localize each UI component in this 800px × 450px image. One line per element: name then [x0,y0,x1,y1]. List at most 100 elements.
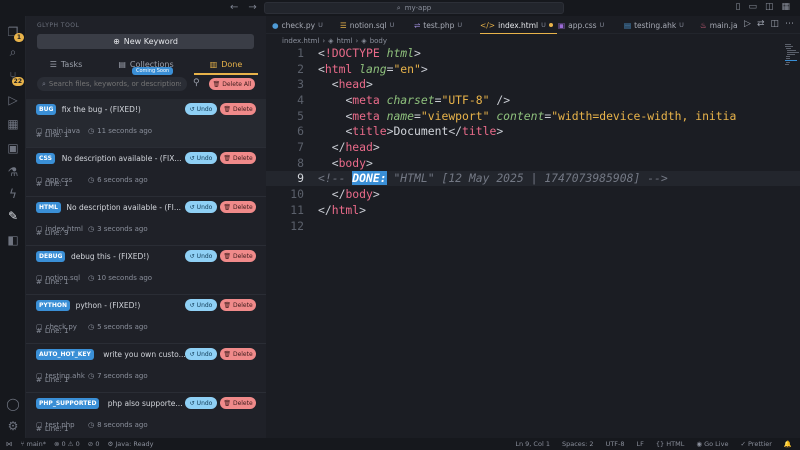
language-mode[interactable]: {} HTML [656,440,684,448]
indentation[interactable]: Spaces: 2 [562,440,594,448]
breadcrumb-html[interactable]: html [337,37,353,45]
delete-button[interactable]: 🗑 Delete [220,397,256,409]
undo-icon: ↺ [189,350,195,358]
time-ago: 11 seconds ago [97,127,153,135]
branch-item[interactable]: ⑂ main* [21,440,46,448]
remote-icon[interactable]: ⋈ [6,440,13,448]
undo-button[interactable]: ↺ Undo [185,348,217,360]
extensions-icon[interactable]: ▦ [5,116,21,132]
delete-all-button[interactable]: 🗑 Delete All [209,78,255,90]
done-keyword-token: DONE: [352,171,387,186]
command-center[interactable]: ⌕ my-app [264,2,564,14]
chevron-right-icon: › [355,36,359,45]
trash-icon: 🗑 [223,203,231,211]
tab-done[interactable]: ▥ Done [186,55,266,75]
filter-icon[interactable]: ⚲ [193,78,200,88]
chat-icon[interactable]: ◧ [5,232,21,248]
search-input[interactable] [48,80,181,88]
explorer-icon[interactable]: ❐ 1 [5,24,24,42]
undo-button[interactable]: ↺ Undo [185,201,217,213]
cursor-position[interactable]: Ln 9, Col 1 [515,440,550,448]
source-control-icon[interactable]: ⑂ 22 [5,68,24,86]
done-item-card[interactable]: BUG fix the bug - (FIXED!) ↺ Undo 🗑 Delete ▢ ma… [26,99,266,148]
done-item-card[interactable]: PYTHON python - (FIXED!) ↺ Undo 🗑 Delete ▢ chec… [26,295,266,344]
done-item-card[interactable]: HTML No description available - (FI... ↺ Un… [26,197,266,246]
undo-button[interactable]: ↺ Undo [185,103,217,115]
new-keyword-button[interactable]: ⊕ New Keyword [37,34,254,49]
item-title: No description available - (FI... [66,203,181,212]
notifications-bell-icon[interactable]: 🔔 [784,440,792,448]
editor-tab-testing-ahk[interactable]: ▤ testing.ahk U [624,16,684,34]
line-number: Line: 1 [44,179,69,188]
breadcrumb-file[interactable]: index.html [282,37,319,45]
delete-button[interactable]: 🗑 Delete [220,299,256,311]
end-of-line[interactable]: LF [637,440,644,448]
item-title: fix the bug - (FIXED!) [61,105,141,114]
undo-button[interactable]: ↺ Undo [185,397,217,409]
explorer-badge: 1 [14,33,24,42]
editor-tab-main-java[interactable]: ♨ main.ja [700,16,738,34]
delete-button[interactable]: 🗑 Delete [220,250,256,262]
settings-gear-icon[interactable]: ⚙ [5,418,21,434]
editor-tab-check-py[interactable]: ● check.py U [272,16,323,34]
prettier-item[interactable]: ✓ Prettier [740,440,771,448]
delete-button[interactable]: 🗑 Delete [220,152,256,164]
activity-bar: ❐ 1 ⌕ ⑂ 22 ▷ ▦ ▣ ⚗ ϟ ✎ ◧ ◯ ⚙ [0,16,26,438]
tab-tasks[interactable]: ☰ Tasks [26,55,106,73]
java-status-item[interactable]: ⚙ Java: Ready [107,440,153,448]
remote-explorer-icon[interactable]: ▣ [5,140,21,156]
testing-icon[interactable]: ⚗ [5,164,21,180]
account-icon[interactable]: ◯ [5,396,21,412]
done-item-card[interactable]: PHP_SUPPORTED php also supporte... ↺ Undo 🗑 D… [26,393,266,442]
doctype-token: !DOCTYPE [324,45,380,60]
delete-button[interactable]: 🗑 Delete [220,201,256,213]
java-file-icon: ♨ [700,20,707,30]
more-icon[interactable]: ⋯ [785,19,794,29]
encoding[interactable]: UTF-8 [606,440,625,448]
done-item-card[interactable]: DEBUG debug this - (FIXED!) ↺ Undo 🗑 Delete ▢ n… [26,246,266,295]
layout-grid-icon[interactable]: ▦ [781,2,790,12]
undo-button[interactable]: ↺ Undo [185,152,217,164]
search-icon[interactable]: ⌕ [5,44,21,60]
done-item-card[interactable]: CSS No description available - (FIX... ↺ Un… [26,148,266,197]
layout-panel-icon[interactable]: ▭ [748,2,757,12]
go-live-button[interactable]: ◉ Go Live [696,440,728,448]
minimap[interactable] [785,42,799,72]
lightning-icon[interactable]: ϟ [5,186,21,202]
timestamp: ◷ 10 seconds ago [88,274,152,282]
forward-arrow-icon[interactable]: → [248,2,256,13]
editor-tab-app-css[interactable]: ▣ app.css U [558,16,604,34]
tag-token: html [324,61,353,76]
source-control-badge: 22 [11,77,24,86]
editor-tab-test-php[interactable]: ⇌ test.php U [414,16,462,34]
undo-icon: ↺ [189,203,195,211]
run-icon[interactable]: ▷ [744,19,751,29]
glyph-tool-icon[interactable]: ✎ [5,208,21,224]
delete-button[interactable]: 🗑 Delete [220,103,256,115]
editor-tab-notion-sql[interactable]: ☰ notion.sql U [340,16,394,34]
code-editor[interactable]: 1 <!DOCTYPE html> 2 <html lang="en"> 3 <… [266,45,800,435]
tab-status: U [318,21,323,29]
line-number: 2 [297,61,304,76]
layout-split-icon[interactable]: ◫ [765,2,774,12]
ports-item[interactable]: ⊘ 0 [88,440,100,448]
breadcrumb-body[interactable]: body [370,37,387,45]
undo-label: Undo [196,154,213,162]
problems-item[interactable]: ⊗ 0 ⚠ 0 [54,440,80,448]
editor-tab-bar: ● check.py U ☰ notion.sql U ⇌ test.php U… [266,16,800,34]
done-item-card[interactable]: AUTO_HOT_KEY write you own custo... ↺ Undo 🗑… [26,344,266,393]
nav-buttons: ← → [230,2,257,13]
keyword-tag: PYTHON [36,300,70,311]
compare-icon[interactable]: ⇄ [757,19,765,29]
editor-tab-index-html[interactable]: </> index.html U [480,16,557,34]
undo-button[interactable]: ↺ Undo [185,250,217,262]
code-line: 1 <!DOCTYPE html> [266,45,800,61]
run-debug-icon[interactable]: ▷ [5,92,21,108]
undo-button[interactable]: ↺ Undo [185,299,217,311]
delete-button[interactable]: 🗑 Delete [220,348,256,360]
split-editor-icon[interactable]: ◫ [770,19,779,29]
hash-icon: # [36,424,42,433]
back-arrow-icon[interactable]: ← [230,2,238,13]
tag-token: head [338,77,367,92]
layout-sidebar-icon[interactable]: ▯ [736,2,741,12]
